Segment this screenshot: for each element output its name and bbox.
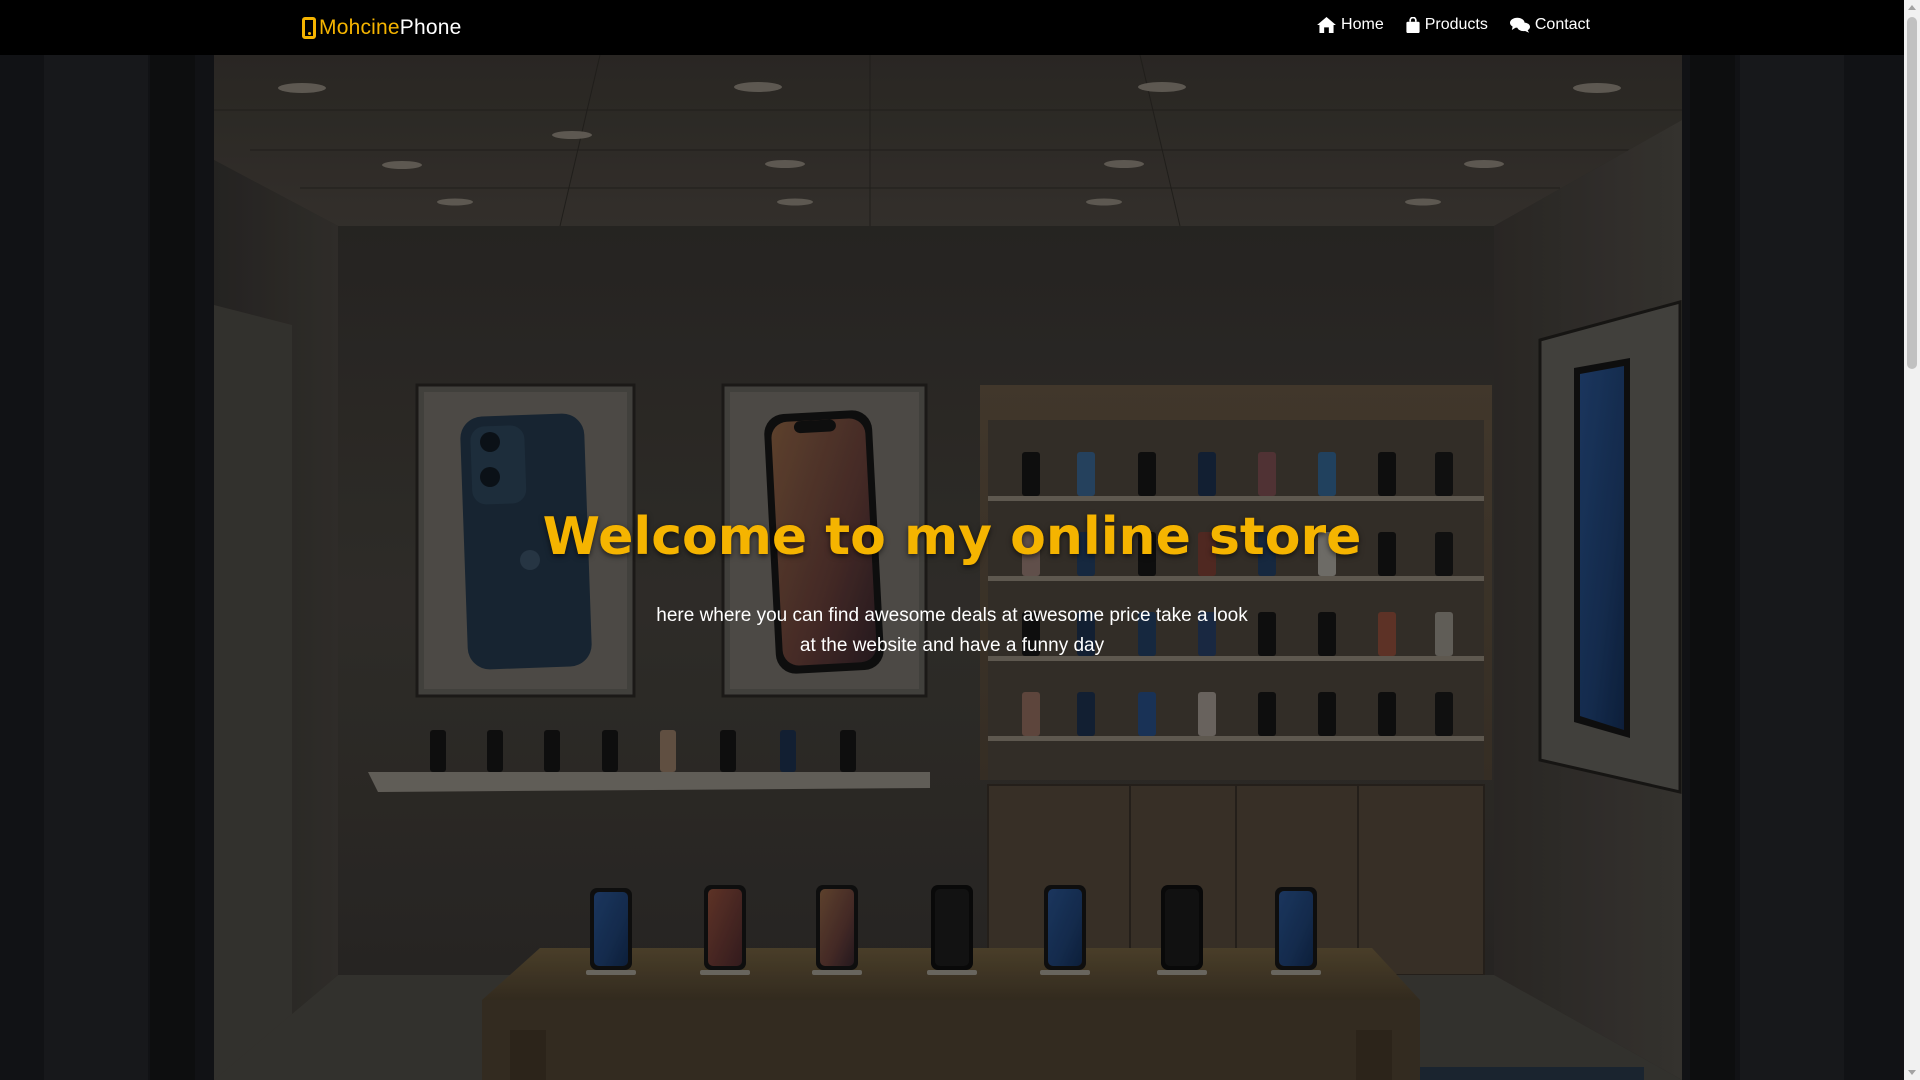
navbar: Mohcine Phone Home Products Contact <box>0 0 1904 55</box>
brand-logo[interactable]: Mohcine Phone <box>302 14 462 42</box>
hero-section: Welcome to my online store here where yo… <box>0 55 1904 1080</box>
brand-name-part1: Mohcine <box>319 16 400 39</box>
home-icon <box>1317 17 1336 33</box>
nav-home-label: Home <box>1341 16 1384 33</box>
scroll-up-arrow-icon[interactable] <box>1908 5 1916 10</box>
mobile-phone-icon <box>302 17 316 39</box>
scrollbar-thumb[interactable] <box>1907 17 1917 369</box>
chat-bubbles-icon <box>1509 17 1530 33</box>
page-scrollbar[interactable] <box>1904 0 1920 1080</box>
hero-title: Welcome to my online store <box>542 507 1362 567</box>
nav-contact-label: Contact <box>1534 16 1590 33</box>
nav-contact-link[interactable]: Contact <box>1509 16 1590 34</box>
nav-home-link[interactable]: Home <box>1317 16 1384 34</box>
shopping-bag-icon <box>1406 17 1420 33</box>
nav-links: Home Products Contact <box>1317 16 1590 34</box>
hero-subtitle: here where you can find awesome deals at… <box>656 605 1248 656</box>
nav-products-label: Products <box>1424 16 1488 33</box>
hero-dark-overlay <box>0 55 1904 1080</box>
brand-name-part2: Phone <box>399 16 462 39</box>
scroll-down-arrow-icon[interactable] <box>1908 1070 1916 1075</box>
nav-products-link[interactable]: Products <box>1406 16 1488 34</box>
